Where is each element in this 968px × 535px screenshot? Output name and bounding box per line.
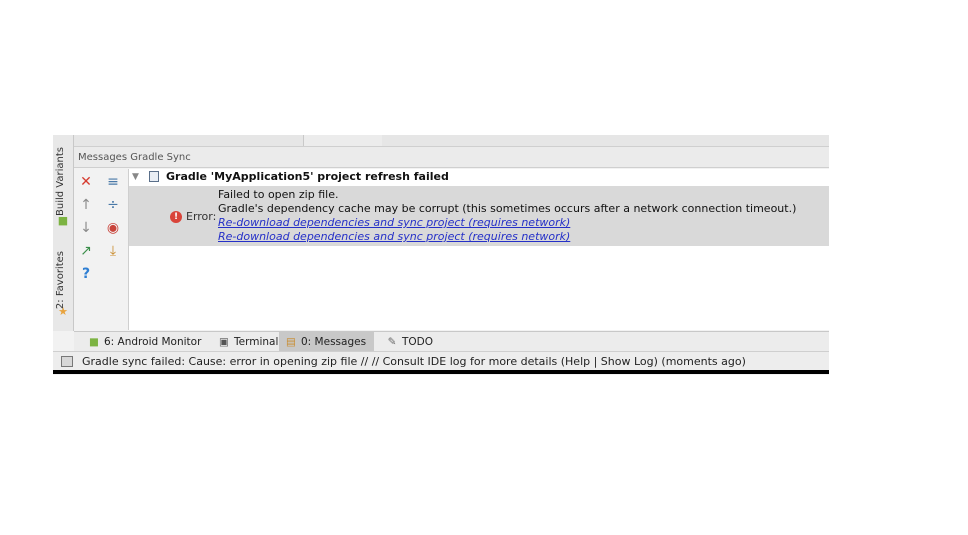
down-arrow-icon[interactable]: ↓	[78, 220, 94, 236]
collapse-all-icon[interactable]: ÷	[105, 197, 121, 213]
todo-icon: ✎	[387, 336, 397, 348]
left-tool-strip: Build Variants ■ 2: Favorites ★	[53, 135, 74, 331]
export-icon[interactable]: ↗	[78, 243, 94, 259]
tab-label: Terminal	[234, 336, 279, 348]
chevron-down-icon[interactable]: ▼	[132, 169, 139, 185]
close-icon[interactable]: ✕	[78, 174, 94, 190]
help-icon[interactable]: ?	[78, 266, 94, 282]
divider	[53, 370, 829, 374]
download-icon[interactable]: ⤓	[105, 243, 121, 259]
tab-messages[interactable]: ▤ 0: Messages	[279, 332, 374, 352]
messages-tree: ▼ Gradle 'MyApplication5' project refres…	[129, 169, 829, 330]
tab-label: 6: Android Monitor	[104, 336, 202, 348]
android-icon: ■	[89, 336, 99, 348]
tree-node-title: Gradle 'MyApplication5' project refresh …	[166, 170, 449, 183]
error-icon: !	[170, 211, 182, 223]
error-message-row[interactable]: ! Error: Failed to open zip file. Gradle…	[129, 186, 829, 246]
status-bar: Gradle sync failed: Cause: error in open…	[53, 351, 829, 372]
redownload-link-2[interactable]: Re-download dependencies and sync projec…	[218, 230, 570, 243]
editor-tab-segment	[303, 135, 382, 146]
error-line-1: Failed to open zip file.	[218, 188, 339, 201]
panel-header: Messages Gradle Sync	[74, 147, 829, 168]
favorites-tab[interactable]: 2: Favorites	[55, 251, 66, 309]
messages-icon: ▤	[286, 336, 296, 348]
tab-terminal[interactable]: ▣ Terminal	[212, 332, 284, 352]
terminal-icon: ▣	[219, 336, 229, 348]
tab-android-monitor[interactable]: ■ 6: Android Monitor	[82, 332, 207, 352]
up-arrow-icon[interactable]: ↑	[78, 197, 94, 213]
android-studio-messages-panel: Build Variants ■ 2: Favorites ★ Messages…	[53, 135, 829, 375]
status-message[interactable]: Gradle sync failed: Cause: error in open…	[82, 352, 746, 372]
tab-label: 0: Messages	[301, 336, 367, 348]
status-toggle-icon[interactable]	[61, 356, 73, 367]
editor-tab-strip	[74, 135, 829, 147]
build-variants-tab[interactable]: Build Variants	[55, 147, 66, 216]
bottom-tool-tabs: ■ 6: Android Monitor ▣ Terminal ▤ 0: Messag…	[74, 331, 829, 352]
android-icon: ■	[57, 214, 69, 227]
tab-label: TODO	[402, 336, 434, 348]
expand-all-icon[interactable]: ≡	[105, 174, 121, 190]
star-icon: ★	[58, 305, 68, 318]
gradle-file-icon	[149, 171, 159, 182]
messages-toolbar: ✕ ≡ ↑ ÷ ↓ ◉ ↗ ⤓ ?	[74, 169, 129, 330]
error-line-2: Gradle's dependency cache may be corrupt…	[218, 202, 797, 215]
tree-node-gradle-sync[interactable]: ▼ Gradle 'MyApplication5' project refres…	[129, 169, 829, 185]
clear-icon[interactable]: ◉	[105, 220, 121, 236]
tab-todo[interactable]: ✎ TODO	[380, 332, 439, 352]
error-label: Error:	[186, 210, 217, 223]
redownload-link-1[interactable]: Re-download dependencies and sync projec…	[218, 216, 570, 229]
